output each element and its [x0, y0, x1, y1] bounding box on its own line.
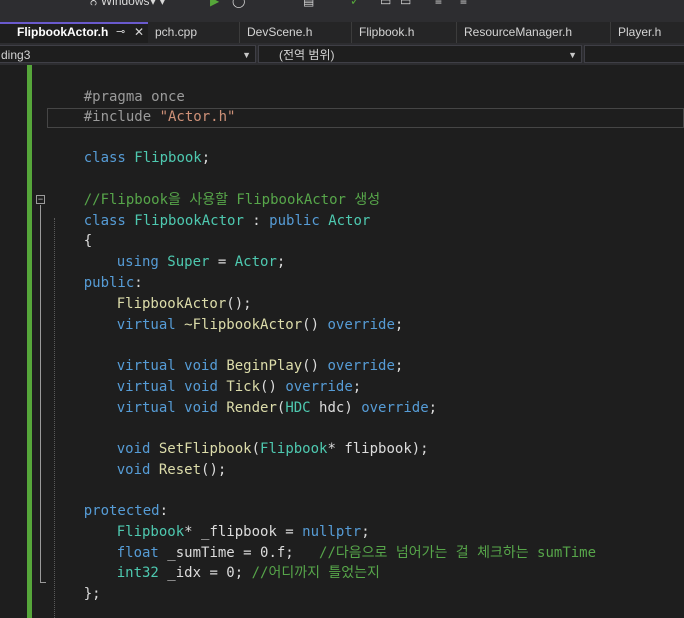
code-line[interactable]: class Flipbook;	[50, 128, 210, 166]
token: Reset	[158, 462, 202, 478]
token: _idx = 0;	[158, 565, 252, 581]
token: Actor	[328, 213, 371, 229]
comment-icon[interactable]: ▭	[380, 0, 391, 8]
outline-line	[40, 205, 41, 583]
chevron-down-icon: ▼	[242, 50, 251, 60]
outline-end	[40, 582, 46, 583]
token: #include	[83, 109, 160, 125]
tab-label: pch.cpp	[155, 25, 198, 39]
close-icon[interactable]: ✕	[134, 24, 144, 41]
code-line[interactable]: virtual void BeginPlay() override;	[83, 336, 404, 374]
pin-icon[interactable]: ⊸	[116, 24, 125, 41]
token: :	[243, 213, 270, 229]
tab-label: Flipbook.h	[359, 25, 415, 39]
document-tab-bar: FlipbookActor.h ⊸ ✕ pch.cpp DevScene.h F…	[0, 22, 684, 43]
toolbar: ਨ Windows ▾ ▾ ▶ ◯ ▤ ✓ ▭ ▭ ≡ ≡	[0, 0, 684, 22]
token: FlipbookActor	[134, 213, 244, 229]
code-line[interactable]: public:	[50, 253, 143, 291]
change-tracking-bar	[27, 65, 32, 618]
token: HDC	[285, 400, 311, 416]
toolbar-config-dropdown[interactable]: ਨ Windows	[90, 0, 150, 9]
token: hdc)	[310, 400, 362, 416]
code-line[interactable]: void Reset();	[83, 440, 227, 478]
tab-player-h[interactable]: Player.h	[611, 22, 684, 43]
code-line[interactable]: };	[50, 564, 101, 602]
tab-flipbookactor-h[interactable]: FlipbookActor.h ⊸ ✕	[0, 22, 148, 43]
code-line[interactable]: {	[50, 211, 92, 249]
project-dropdown-value: ding3	[1, 48, 31, 62]
build-icon[interactable]: ▤	[303, 0, 314, 8]
code-line[interactable]: virtual void Tick() override;	[83, 357, 361, 395]
run-icon[interactable]: ▶	[210, 0, 219, 8]
token: "Actor.h"	[159, 109, 236, 125]
navigation-bar: ding3 ▼ (전역 범위) ▼	[0, 43, 684, 65]
stop-icon[interactable]: ◯	[232, 0, 245, 8]
tab-label: Player.h	[618, 25, 662, 39]
scope-dropdown-value: (전역 범위)	[279, 48, 335, 62]
token: =	[209, 254, 235, 270]
tab-pch-cpp[interactable]: pch.cpp	[148, 22, 240, 43]
code-line[interactable]: //Flipbook을 사용할 FlipbookActor 생성	[50, 170, 380, 208]
indent-icon[interactable]: ≡	[435, 0, 442, 8]
token: override	[327, 317, 395, 333]
token: ;	[428, 400, 438, 416]
token: virtual	[116, 400, 185, 416]
token: Render	[226, 400, 277, 416]
code-line[interactable]: protected:	[50, 481, 168, 519]
chevron-down-icon: ▼	[568, 50, 577, 60]
token: Flipbook	[260, 441, 328, 457]
code-line[interactable]: using Super = Actor;	[83, 232, 286, 270]
code-line[interactable]: #pragma once	[50, 67, 185, 105]
tab-label: ResourceManager.h	[464, 25, 573, 39]
token: (	[251, 441, 261, 457]
token: ;	[394, 317, 404, 333]
token: void	[184, 400, 227, 416]
token: * flipbook);	[327, 441, 429, 457]
token: };	[83, 586, 101, 602]
code-line[interactable]: int32 _idx = 0; //어디까지 틀었는지	[83, 543, 380, 581]
code-line[interactable]: void SetFlipbook(Flipbook* flipbook);	[83, 419, 429, 457]
tab-label: DevScene.h	[247, 25, 313, 39]
token: virtual	[116, 317, 185, 333]
tab-label: FlipbookActor.h	[17, 25, 109, 39]
token: Super	[167, 254, 210, 270]
token: ;	[201, 150, 211, 166]
tab-devscene-h[interactable]: DevScene.h	[240, 22, 352, 43]
token: void	[116, 462, 159, 478]
project-dropdown[interactable]: ding3 ▼	[0, 45, 256, 63]
tab-resourcemanager-h[interactable]: ResourceManager.h	[457, 22, 611, 43]
token: ();	[201, 462, 227, 478]
code-line[interactable]: class FlipbookActor : public Actor	[50, 191, 371, 229]
token: int32	[116, 565, 159, 581]
check-icon[interactable]: ✓	[350, 0, 360, 8]
member-dropdown[interactable]	[584, 45, 684, 63]
code-line[interactable]: Flipbook* _flipbook = nullptr;	[83, 502, 370, 540]
code-line[interactable]: FlipbookActor();	[83, 274, 252, 312]
token: Flipbook	[134, 150, 202, 166]
code-line[interactable]: virtual ~FlipbookActor() override;	[83, 295, 404, 333]
token: Actor	[234, 254, 277, 270]
token: class	[83, 150, 135, 166]
token: public	[269, 213, 329, 229]
token: ()	[302, 317, 328, 333]
token: ~FlipbookActor	[184, 317, 303, 333]
scope-dropdown[interactable]: (전역 범위) ▼	[258, 45, 582, 63]
code-line[interactable]: virtual void Render(HDC hdc) override;	[83, 378, 437, 416]
code-editor[interactable]: − #pragma once #include "Actor.h" class …	[0, 65, 684, 618]
token: //어디까지 틀었는지	[251, 565, 380, 581]
token: ;	[276, 254, 286, 270]
tab-flipbook-h[interactable]: Flipbook.h	[352, 22, 457, 43]
bookmark-icon[interactable]: ▭	[400, 0, 411, 8]
code-line[interactable]: #include "Actor.h"	[50, 87, 236, 125]
token: override	[361, 400, 429, 416]
format-icon[interactable]: ≡	[460, 0, 467, 8]
token: ;	[394, 358, 404, 374]
collapse-icon[interactable]: −	[36, 195, 45, 204]
code-line[interactable]: float _sumTime = 0.f; //다음으로 넘어가는 걸 체크하는…	[83, 523, 596, 561]
toolbar-platform-dropdown[interactable]: ▾ ▾	[150, 0, 165, 8]
